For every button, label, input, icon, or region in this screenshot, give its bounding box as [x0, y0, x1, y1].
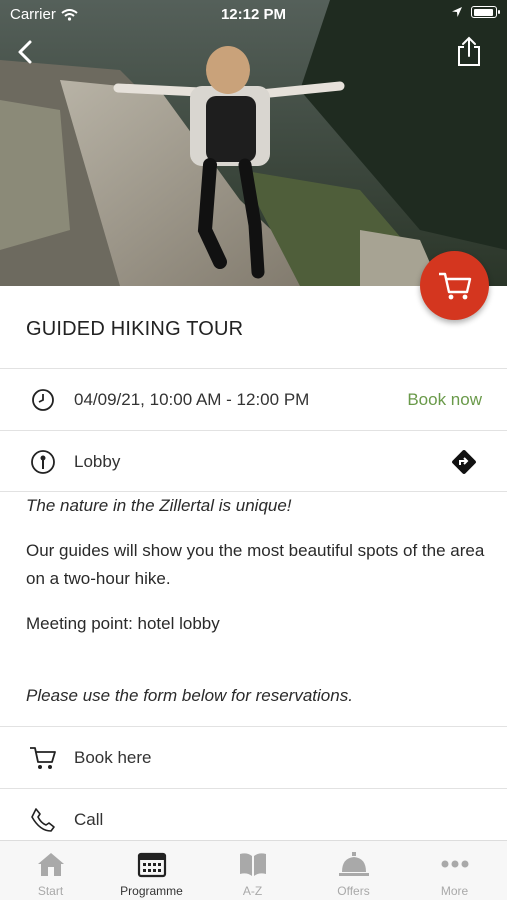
book-here-label: Book here — [74, 748, 152, 767]
more-dots-icon — [441, 860, 468, 868]
description-note: Please use the form below for reservatio… — [26, 686, 353, 705]
tab-programme[interactable]: Programme — [101, 841, 202, 900]
tab-start[interactable]: Start — [0, 841, 101, 900]
house-icon — [37, 853, 64, 876]
calendar-icon — [137, 852, 166, 878]
event-title: GUIDED HIKING TOUR — [26, 318, 244, 340]
service-bell-icon — [338, 852, 369, 876]
map-pin-icon — [29, 448, 57, 476]
status-bar: Carrier 12:12 PM — [0, 0, 507, 28]
back-icon[interactable] — [12, 38, 40, 66]
book-now-link[interactable]: Book now — [407, 390, 482, 410]
cart-icon — [29, 744, 57, 772]
book-icon — [239, 853, 266, 876]
tab-label: Programme — [120, 884, 183, 898]
battery-icon — [471, 6, 500, 18]
event-location: Lobby — [74, 452, 121, 471]
divider — [0, 430, 507, 431]
tab-more[interactable]: More — [404, 841, 505, 900]
tab-label: Start — [37, 884, 64, 898]
divider — [0, 368, 507, 369]
tab-bar: Start Programme A-Z Offers More — [0, 840, 507, 900]
phone-icon — [29, 806, 57, 834]
tab-a-z[interactable]: A-Z — [202, 841, 303, 900]
hero-image: Carrier 12:12 PM — [0, 0, 507, 286]
location-row[interactable]: Lobby — [0, 432, 507, 492]
hiking-photo — [0, 0, 507, 286]
description-meeting-point: Meeting point: hotel lobby — [26, 614, 220, 633]
cart-icon — [438, 272, 471, 299]
directions-icon[interactable] — [451, 449, 477, 475]
tab-label: More — [440, 884, 469, 898]
status-right — [451, 6, 500, 18]
description-tagline: The nature in the Zillertal is unique! — [26, 496, 292, 515]
clock-icon — [29, 386, 57, 414]
description-paragraph: Our guides will show you the most beauti… — [26, 541, 485, 588]
location-arrow-icon — [452, 7, 462, 17]
datetime-row: 04/09/21, 10:00 AM - 12:00 PM Book now — [0, 370, 507, 430]
cart-fab-button[interactable] — [420, 251, 489, 320]
divider — [0, 788, 507, 789]
tab-label: Offers — [337, 884, 370, 898]
share-icon[interactable] — [455, 36, 483, 68]
status-time: 12:12 PM — [220, 6, 287, 23]
event-datetime: 04/09/21, 10:00 AM - 12:00 PM — [74, 390, 310, 409]
tab-offers[interactable]: Offers — [303, 841, 404, 900]
call-label: Call — [74, 810, 104, 829]
tab-label: A-Z — [242, 884, 263, 898]
book-here-row[interactable]: Book here — [0, 728, 507, 788]
divider — [0, 726, 507, 727]
